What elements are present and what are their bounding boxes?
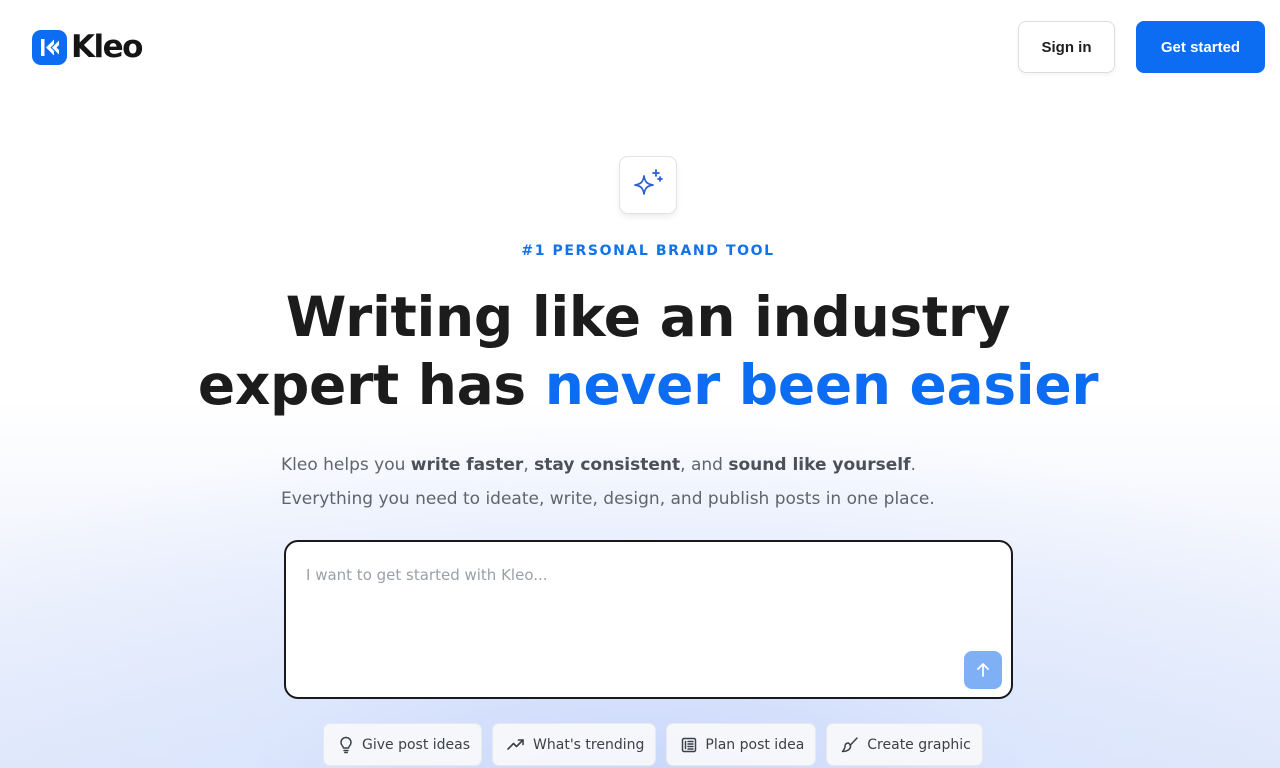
chip-plan-post-idea[interactable]: Plan post idea (666, 723, 817, 766)
description-emphasis: stay consistent (534, 455, 681, 475)
eyebrow-tag: #1 PERSONAL BRAND TOOL (521, 243, 775, 259)
hero-description: Kleo helps you write faster, stay consis… (281, 448, 1041, 516)
description-text: Kleo helps you (281, 455, 411, 475)
get-started-button[interactable]: Get started (1136, 21, 1265, 73)
send-button[interactable] (964, 651, 1002, 689)
trending-up-icon (507, 738, 524, 750)
description-text: . (910, 455, 916, 475)
lightbulb-icon (340, 736, 352, 753)
page-title: Writing like an industry expert has neve… (0, 283, 1280, 419)
headline-line-2: expert has (197, 353, 545, 417)
chip-create-graphic[interactable]: Create graphic (826, 723, 983, 766)
description-text: , (523, 455, 535, 475)
newspaper-icon (682, 737, 697, 752)
suggestion-chips: Give post ideas What's trending Plan pos… (323, 723, 983, 766)
chip-give-post-ideas[interactable]: Give post ideas (323, 723, 483, 766)
arrow-up-icon (977, 663, 989, 677)
chip-label: What's trending (533, 736, 645, 753)
chip-whats-trending[interactable]: What's trending (492, 723, 657, 766)
chip-label: Give post ideas (362, 736, 471, 753)
sparkles-icon (634, 169, 663, 195)
brand-name: Kleo (71, 29, 143, 65)
prompt-composer (284, 540, 1013, 699)
headline-line-1: Writing like an industry (285, 285, 1011, 349)
top-nav: Kleo Sign in Get started (0, 0, 1280, 94)
brand-logo[interactable]: Kleo (32, 29, 143, 65)
paintbrush-icon (842, 736, 859, 752)
chip-label: Plan post idea (705, 736, 805, 753)
description-emphasis: write faster (410, 455, 524, 475)
sign-in-button[interactable]: Sign in (1018, 21, 1115, 73)
chip-label: Create graphic (867, 736, 971, 753)
kleo-logo-icon (32, 29, 67, 65)
description-text: , and (680, 455, 729, 475)
prompt-input[interactable] (306, 566, 946, 666)
sparkles-icon-badge (619, 156, 677, 214)
description-emphasis: sound like yourself (728, 455, 911, 475)
description-line-2: Everything you need to ideate, write, de… (281, 489, 935, 509)
headline-accent: never been easier (544, 353, 1099, 417)
